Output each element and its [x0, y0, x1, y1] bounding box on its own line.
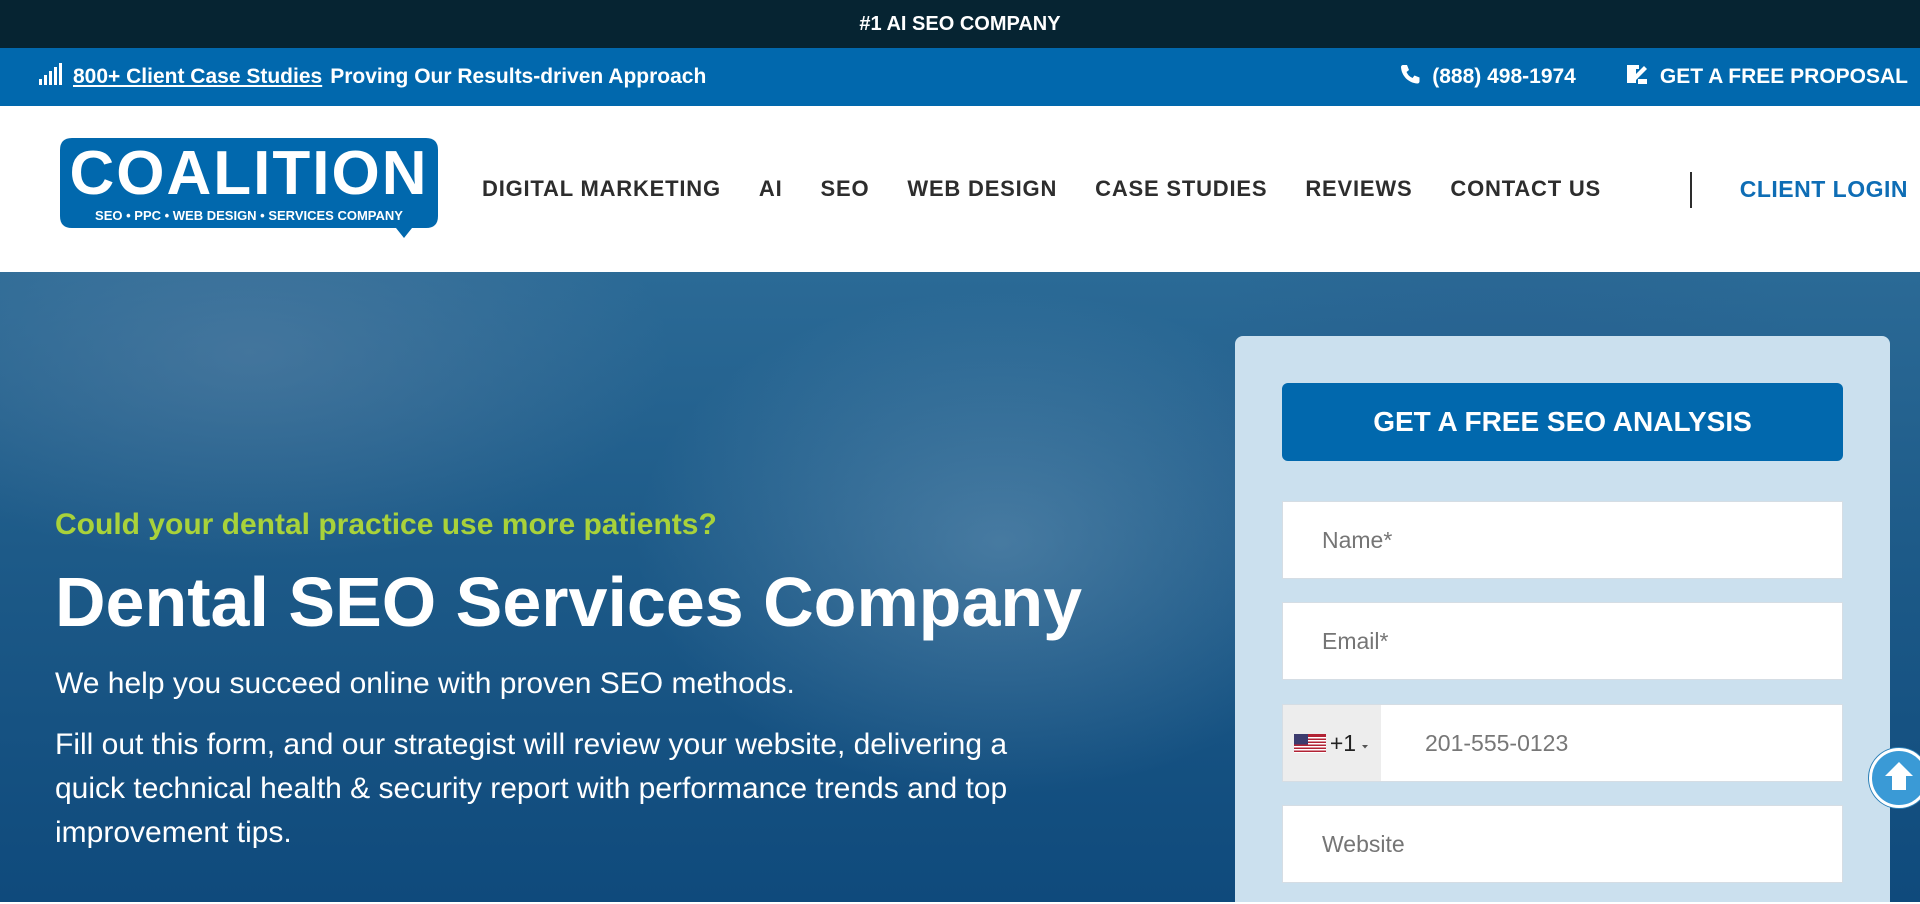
- website-field[interactable]: [1282, 805, 1843, 883]
- name-field[interactable]: [1282, 501, 1843, 579]
- utility-actions: (888) 498-1974 GET A FREE PROPOSAL: [1398, 48, 1908, 106]
- hero-section: Could your dental practice use more pati…: [0, 272, 1920, 902]
- main-nav: DIGITAL MARKETING AI SEO WEB DESIGN CASE…: [482, 106, 1601, 272]
- utility-bar: 800+ Client Case Studies Proving Our Res…: [0, 48, 1920, 106]
- phone-field-group: +1 201-555-0123: [1282, 704, 1843, 782]
- nav-seo[interactable]: SEO: [821, 176, 870, 202]
- hero-subtitle: We help you succeed online with proven S…: [55, 667, 795, 700]
- svg-text:SEO • PPC • WEB DESIGN • SERVI: SEO • PPC • WEB DESIGN • SERVICES COMPAN…: [95, 208, 403, 223]
- proposal-label: GET A FREE PROPOSAL: [1659, 65, 1908, 88]
- case-studies-promo: 800+ Client Case Studies Proving Our Res…: [39, 48, 706, 106]
- free-proposal-link[interactable]: GET A FREE PROPOSAL: [1624, 61, 1908, 93]
- hero-eyebrow: Could your dental practice use more pati…: [55, 508, 717, 541]
- nav-reviews[interactable]: REVIEWS: [1305, 176, 1412, 202]
- client-login-link[interactable]: CLIENT LOGIN: [1740, 106, 1908, 272]
- nav-web-design[interactable]: WEB DESIGN: [907, 176, 1057, 202]
- signal-bars-icon: [39, 63, 65, 91]
- top-announcement-bar: #1 AI SEO COMPANY: [0, 0, 1920, 48]
- main-header: COALITION SEO • PPC • WEB DESIGN • SERVI…: [0, 106, 1920, 272]
- scroll-to-top-button[interactable]: [1869, 748, 1920, 808]
- seo-analysis-form: GET A FREE SEO ANALYSIS Name* Email* +1 …: [1235, 336, 1890, 902]
- hero-description: Fill out this form, and our strategist w…: [55, 728, 1008, 849]
- page-title: Dental SEO Services Company: [55, 563, 1083, 641]
- country-code-select[interactable]: +1: [1283, 705, 1381, 781]
- phone-input[interactable]: 201-555-0123: [1381, 730, 1568, 757]
- email-field[interactable]: [1282, 602, 1843, 680]
- phone-icon: [1398, 62, 1422, 92]
- nav-divider: [1690, 172, 1692, 208]
- announcement-text: #1 AI SEO COMPANY: [859, 12, 1061, 35]
- chevron-down-icon: [1360, 730, 1370, 757]
- coalition-logo[interactable]: COALITION SEO • PPC • WEB DESIGN • SERVI…: [60, 138, 438, 238]
- proposal-document-icon: [1624, 61, 1650, 93]
- us-flag-icon: [1293, 733, 1326, 753]
- nav-digital-marketing[interactable]: DIGITAL MARKETING: [482, 176, 721, 202]
- svg-text:COALITION: COALITION: [70, 139, 429, 208]
- country-code: +1: [1329, 729, 1357, 756]
- nav-contact-us[interactable]: CONTACT US: [1450, 176, 1601, 202]
- phone-number: (888) 498-1974: [1432, 65, 1576, 88]
- case-studies-tagline: Proving Our Results-driven Approach: [330, 65, 707, 88]
- case-studies-link[interactable]: 800+ Client Case Studies: [73, 65, 322, 89]
- phone-link[interactable]: (888) 498-1974: [1398, 62, 1576, 92]
- arrow-up-icon: [1881, 758, 1917, 799]
- free-seo-analysis-button[interactable]: GET A FREE SEO ANALYSIS: [1282, 383, 1843, 461]
- hero-content: Could your dental practice use more pati…: [55, 508, 1135, 855]
- nav-ai[interactable]: AI: [759, 176, 783, 202]
- nav-case-studies[interactable]: CASE STUDIES: [1095, 176, 1267, 202]
